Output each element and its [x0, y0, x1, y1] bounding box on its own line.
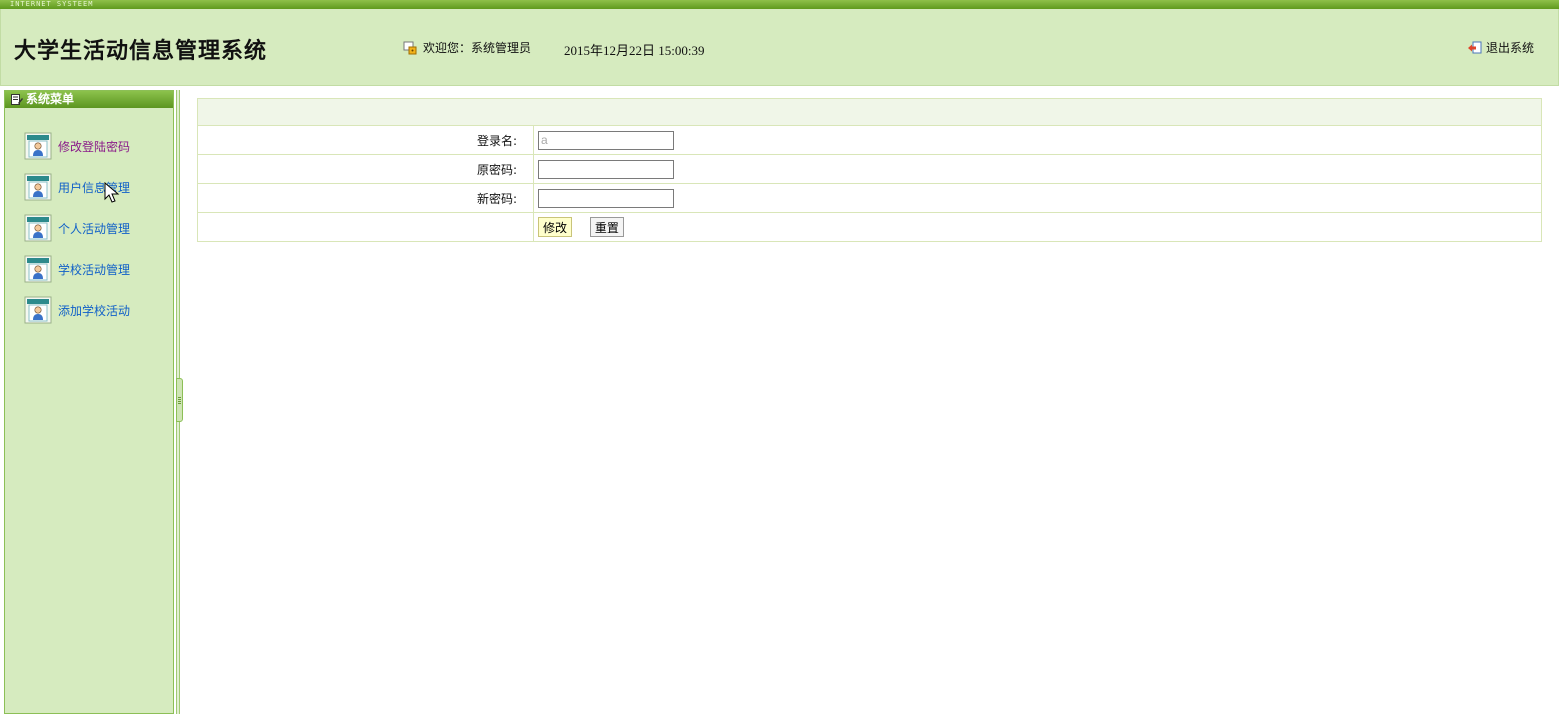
- sidebar-item-label: 个人活动管理: [58, 221, 131, 236]
- sidebar-item-label: 添加学校活动: [58, 303, 131, 318]
- edit-menu-icon: [11, 94, 23, 105]
- sidebar-item-personal-activity[interactable]: 个人活动管理: [24, 213, 173, 243]
- new-password-label: 新密码:: [197, 183, 534, 213]
- form-row-login: 登录名:: [197, 125, 1542, 155]
- logout-button[interactable]: 退出系统: [1467, 39, 1534, 56]
- reset-button[interactable]: 重置: [589, 217, 624, 237]
- sidebar-item-label: 修改登陆密码: [58, 139, 131, 154]
- user-card-icon: [24, 296, 52, 324]
- welcome-text: 欢迎您：系统管理员: [423, 41, 532, 55]
- old-password-input[interactable]: [538, 159, 674, 179]
- sidebar-menu: 修改登陆密码 用户信息管理 个人活动管理 学校活动管理 添加学校活动: [5, 108, 173, 325]
- top-brand-strip: INTERNET SYSTEEM: [0, 0, 1559, 9]
- sidebar-header: 系统菜单: [5, 91, 173, 108]
- login-name-label: 登录名:: [197, 125, 534, 155]
- brand-strip-text: INTERNET SYSTEEM: [10, 0, 94, 8]
- mouse-cursor-icon: [104, 182, 120, 203]
- user-card-icon: [24, 214, 52, 242]
- sidebar-collapse-handle[interactable]: [176, 378, 183, 422]
- form-header-row: [197, 98, 1542, 126]
- sidebar-item-label: 学校活动管理: [58, 262, 131, 277]
- logout-icon: [1468, 41, 1482, 53]
- login-name-input[interactable]: [538, 130, 674, 150]
- sidebar-item-user-management[interactable]: 用户信息管理: [24, 172, 173, 202]
- header-bar: 大学生活动信息管理系统 欢迎您：系统管理员 2015年12月22日 15:00:…: [0, 9, 1559, 86]
- welcome-info: 欢迎您：系统管理员: [403, 39, 531, 56]
- user-card-icon: [24, 132, 52, 160]
- sidebar-item-add-school-activity[interactable]: 添加学校活动: [24, 295, 173, 325]
- sidebar-item-school-activity[interactable]: 学校活动管理: [24, 254, 173, 284]
- old-password-label: 原密码:: [197, 154, 534, 184]
- app-title: 大学生活动信息管理系统: [14, 38, 268, 64]
- user-card-icon: [24, 255, 52, 283]
- user-card-icon: [24, 173, 52, 201]
- sidebar-item-change-password[interactable]: 修改登陆密码: [24, 131, 173, 161]
- form-row-actions: 修改 重置: [197, 212, 1542, 242]
- user-lock-icon: [403, 41, 417, 54]
- change-password-form: 登录名: 原密码: 新密码: 修改 重置: [197, 98, 1542, 242]
- main-content: 登录名: 原密码: 新密码: 修改 重置: [197, 98, 1542, 242]
- sidebar: 系统菜单 修改登陆密码 用户信息管理 个人活动管理 学校活动管理 添加学校活动: [4, 90, 174, 714]
- new-password-input[interactable]: [538, 188, 674, 208]
- logout-label: 退出系统: [1486, 41, 1535, 55]
- form-header-cell: [197, 98, 1542, 126]
- form-row-new-password: 新密码:: [197, 183, 1542, 213]
- sidebar-title: 系统菜单: [26, 92, 75, 106]
- submit-button[interactable]: 修改: [538, 217, 573, 237]
- form-row-old-password: 原密码:: [197, 154, 1542, 184]
- current-datetime: 2015年12月22日 15:00:39: [564, 43, 705, 58]
